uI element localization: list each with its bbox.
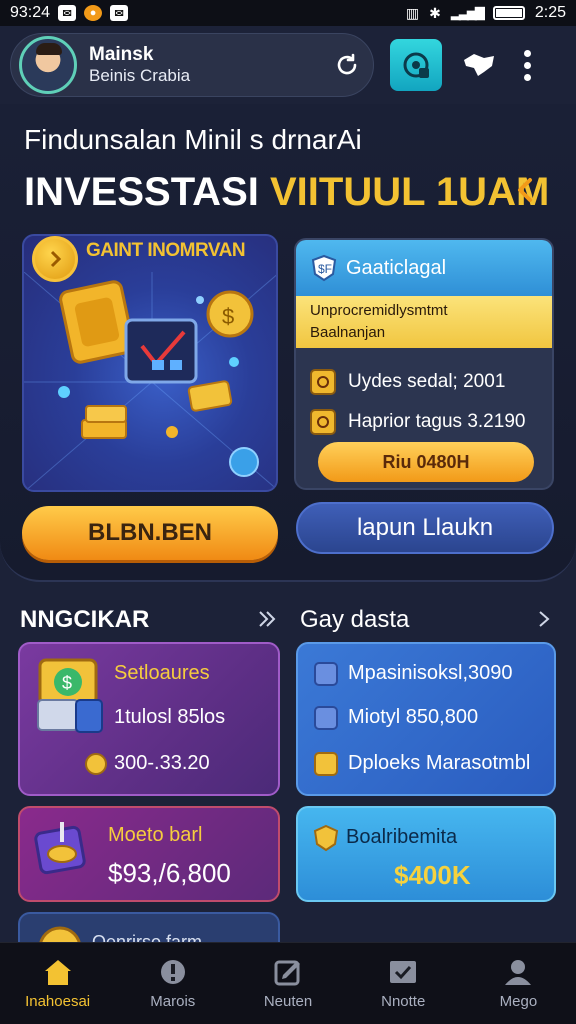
info-row: Uydes sedal; 2001 <box>296 362 552 402</box>
hero-title-white: INVESSTASI <box>24 170 259 214</box>
info-row-label: Haprior tagus 3.2190 <box>348 411 526 432</box>
token-icon <box>310 409 336 435</box>
handshake-icon <box>464 54 494 76</box>
reward-card-title: Boalribemita <box>346 826 458 848</box>
signal-icon: ▂▃▅▇ <box>450 5 485 20</box>
section-title-left: NNGCIKAR <box>20 606 150 633</box>
hero-subtitle: Findunsalan Minil s drnarAi <box>24 124 362 155</box>
secondary-action-button[interactable]: lapun Llaukn <box>296 502 554 554</box>
more-dot-icon <box>523 49 531 57</box>
nav-label: Inahoesai <box>25 993 91 1010</box>
shield-icon: $F <box>311 254 337 282</box>
chevron-left-icon[interactable] <box>510 174 542 206</box>
more-dot-icon <box>523 61 531 69</box>
chevron-right-icon[interactable] <box>534 608 556 630</box>
more-menu-button[interactable] <box>512 45 542 85</box>
coin-icon <box>85 753 107 775</box>
info-banner-line2: Baalnanjan <box>310 324 386 341</box>
status-time-left: 93:24 <box>10 4 51 21</box>
info-card[interactable]: $F Gaaticlagal Unprocremidlysmtmt Baalna… <box>294 238 554 490</box>
savings-card[interactable]: $ Setloaures 1tulosl 85los 300-.33.20 <box>18 642 280 796</box>
edit-icon <box>274 960 300 986</box>
nav-item-profile[interactable]: Mego <box>461 943 576 1024</box>
info-card-button[interactable]: Riu 0480H <box>318 442 534 482</box>
info-card-title: Gaaticlagal <box>346 256 447 279</box>
bluetooth-icon: ✱ <box>429 4 441 21</box>
svg-text:$: $ <box>222 304 234 329</box>
alert-icon <box>160 960 185 984</box>
svg-text:$F: $F <box>318 262 332 276</box>
nav-label: Mego <box>499 993 538 1010</box>
battery-icon <box>492 6 525 20</box>
nav-label: Nnotte <box>381 993 426 1010</box>
nav-label: Neuten <box>263 993 313 1010</box>
info-card-header: $F Gaaticlagal <box>296 240 552 296</box>
profile-name: Mainsk <box>89 44 154 65</box>
profile-pill[interactable]: Mainsk Beinis Crabia <box>10 33 374 97</box>
nav-label: Marois <box>150 993 196 1010</box>
promo-card[interactable]: GAINT INOMRVAN $ <box>22 234 278 492</box>
messenger-icon: ✉ <box>58 5 77 21</box>
hero-section: Findunsalan Minil s drnarAi INVESSTASI V… <box>0 104 576 582</box>
app-icon: ● <box>84 5 103 21</box>
savings-card-title: Setloaures <box>114 662 210 684</box>
savings-card-line1: 1tulosl 85los <box>114 706 226 728</box>
balance-card-value: $93,/6,800 <box>108 858 231 888</box>
info-banner-line1: Unprocremidlysmtmt <box>310 302 448 319</box>
balance-card-title: Moeto barl <box>108 824 203 846</box>
balance-card[interactable]: Moeto barl $93,/6,800 <box>18 806 280 902</box>
more-dot-icon <box>523 73 531 81</box>
mail-icon: ✉ <box>110 5 129 21</box>
chart-icon <box>314 662 338 686</box>
nav-item-notes[interactable]: Nnotte <box>346 943 461 1024</box>
nav-item-news[interactable]: Neuten <box>230 943 345 1024</box>
document-icon <box>314 706 338 730</box>
profile-subtitle: Beinis Crabia <box>89 66 191 85</box>
info-banner: Unprocremidlysmtmt Baalnanjan <box>296 296 552 348</box>
hero-title: INVESSTASI VIITUUL 1UAM <box>24 170 549 215</box>
reward-card-value: $400K <box>394 860 471 890</box>
wallet-icon <box>403 52 429 78</box>
cash-register-icon: $ <box>37 658 103 733</box>
bottom-nav: Inahoesai Marois Neuten Nnotte Mego <box>0 942 576 1024</box>
refresh-icon <box>337 53 357 75</box>
info-row-label: Uydes sedal; 2001 <box>348 371 506 392</box>
data-row-label: Mpasinisoksl,3090 <box>348 662 513 684</box>
info-row: Haprior tagus 3.2190 <box>296 402 552 442</box>
data-row-label: Miotyl 850,800 <box>348 706 479 728</box>
fire-icon <box>314 752 338 776</box>
data-list-card[interactable]: Mpasinisoksl,3090 Miotyl 850,800 Dploeks… <box>296 642 556 796</box>
investment-illustration: $ <box>24 272 276 490</box>
nfc-icon: ▥ <box>405 4 420 21</box>
refresh-button[interactable] <box>329 47 365 83</box>
check-icon <box>390 961 417 983</box>
status-bar: 93:24 ✉ ● ✉ ▥ ✱ ▂▃▅▇ 2:25 <box>0 0 576 26</box>
chevron-right-icon[interactable] <box>256 608 278 630</box>
nav-item-home[interactable]: Inahoesai <box>0 943 115 1024</box>
section-title-right: Gay dasta <box>300 606 410 633</box>
reward-card[interactable]: Boalribemita $400K <box>296 806 556 902</box>
app-header: Mainsk Beinis Crabia <box>10 32 566 98</box>
nav-item-markets[interactable]: Marois <box>115 943 230 1024</box>
badge-icon <box>313 824 339 852</box>
home-icon <box>44 960 71 985</box>
token-icon <box>310 369 336 395</box>
avatar[interactable] <box>19 36 77 94</box>
hero-title-yellow: VIITUUL 1UAM <box>270 170 550 214</box>
status-time-right: 2:25 <box>534 4 566 21</box>
savings-card-line2: 300-.33.20 <box>114 752 210 774</box>
data-row-label: Dploeks Marasotmbl <box>348 752 531 774</box>
user-icon <box>505 960 532 985</box>
primary-action-button[interactable]: BLBN.BEN <box>22 506 278 560</box>
promo-title: GAINT INOMRVAN <box>86 240 246 261</box>
share-button[interactable] <box>460 46 498 84</box>
wallet-button[interactable] <box>390 39 442 91</box>
svg-text:$: $ <box>62 673 72 693</box>
wallet-coins-icon <box>34 822 86 875</box>
